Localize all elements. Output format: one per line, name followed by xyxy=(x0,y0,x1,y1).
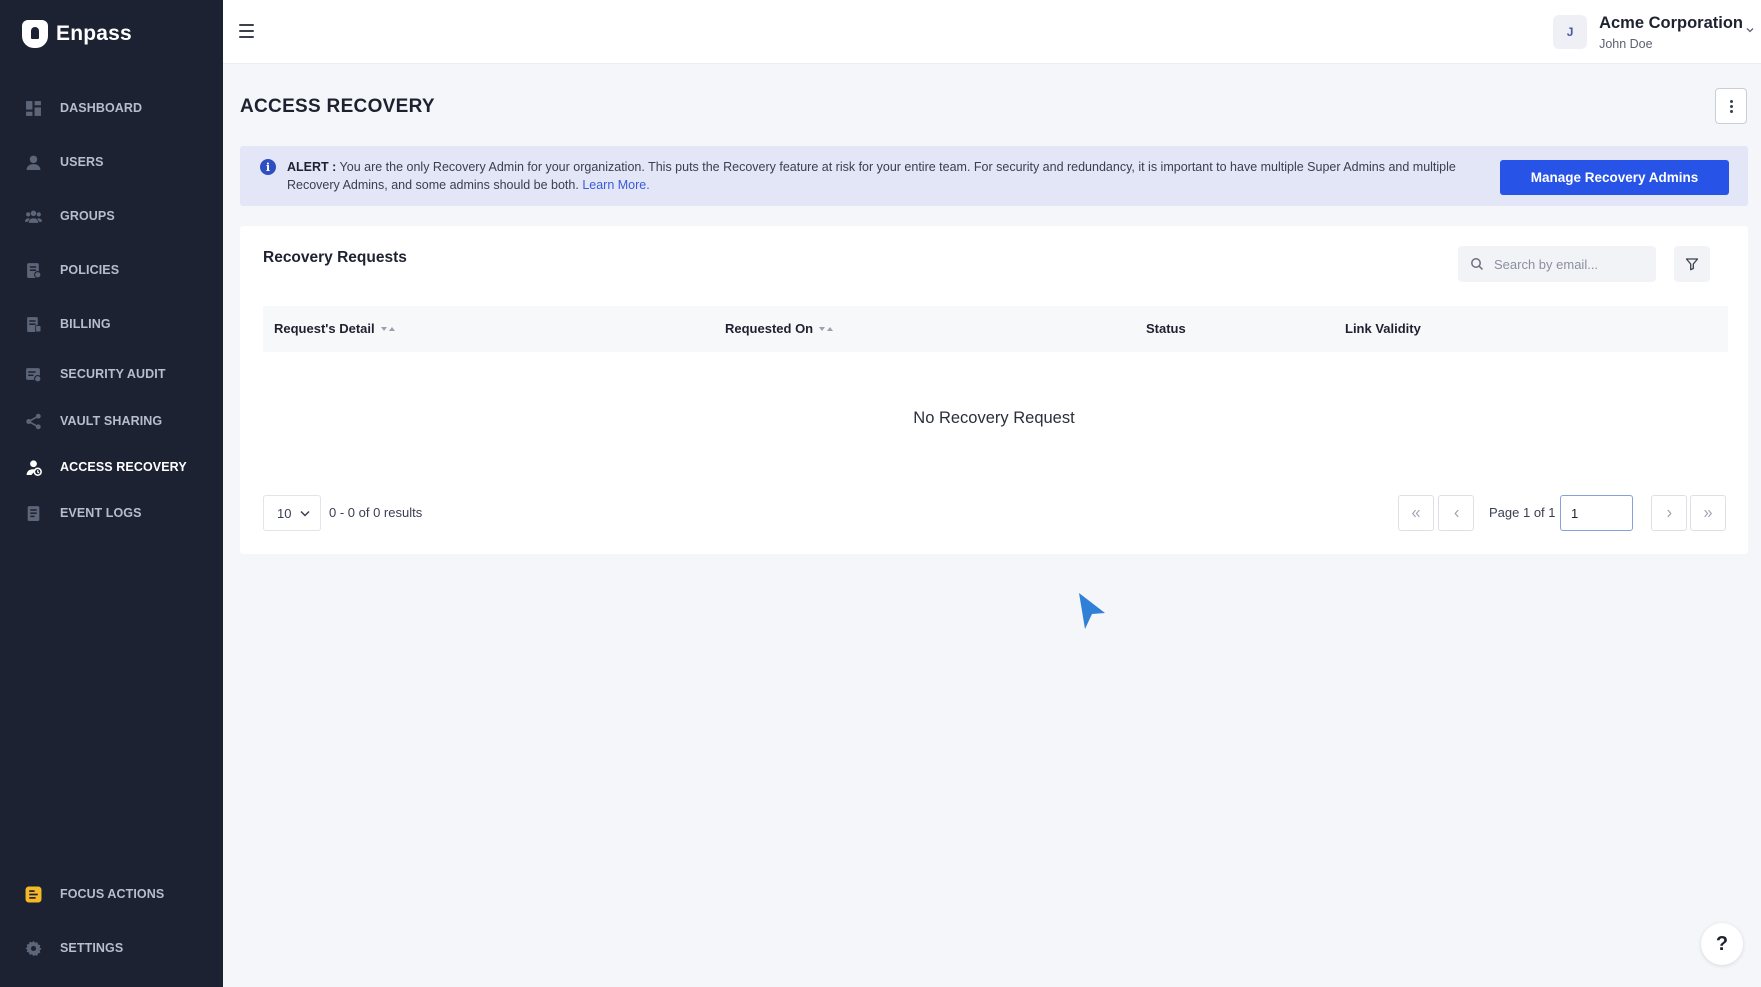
chevron-down-icon xyxy=(1746,28,1754,33)
sort-icon xyxy=(380,325,398,333)
sidebar-item-policies[interactable]: POLICIES xyxy=(0,250,223,290)
column-label: Request's Detail xyxy=(274,321,375,336)
share-icon xyxy=(24,412,42,430)
learn-more-link[interactable]: Learn More. xyxy=(582,178,649,192)
chevron-down-icon xyxy=(300,510,310,517)
more-options-icon[interactable] xyxy=(1715,88,1747,124)
info-icon: i xyxy=(260,159,276,175)
sidebar-item-groups[interactable]: GROUPS xyxy=(0,196,223,236)
user-name: John Doe xyxy=(1599,36,1653,51)
column-label: Link Validity xyxy=(1345,321,1421,336)
organization-name: Acme Corporation xyxy=(1599,13,1743,32)
policies-icon xyxy=(24,261,42,279)
filter-icon xyxy=(1685,258,1699,271)
billing-icon xyxy=(24,315,42,333)
user-icon xyxy=(24,153,42,171)
menu-toggle-icon[interactable] xyxy=(239,20,261,42)
search-icon xyxy=(1471,258,1484,271)
recovery-requests-card: Recovery Requests Request's Detail Reque… xyxy=(240,226,1748,554)
recovery-admin-alert: i ALERT : You are the only Recovery Admi… xyxy=(240,146,1748,206)
next-page-button[interactable] xyxy=(1651,495,1687,531)
sidebar-item-label: EVENT LOGS xyxy=(60,506,142,520)
first-page-button[interactable] xyxy=(1398,495,1434,531)
avatar: J xyxy=(1553,15,1588,49)
sidebar-item-label: DASHBOARD xyxy=(60,101,143,115)
sidebar-item-billing[interactable]: BILLING xyxy=(0,304,223,344)
manage-recovery-admins-button[interactable]: Manage Recovery Admins xyxy=(1500,160,1729,195)
search-input[interactable] xyxy=(1494,256,1644,272)
double-chevron-right-icon xyxy=(1704,509,1713,517)
sidebar-item-label: SECURITY AUDIT xyxy=(60,367,166,381)
filter-button[interactable] xyxy=(1674,246,1710,282)
search-box xyxy=(1458,246,1656,282)
groups-icon xyxy=(24,207,42,225)
results-count: 0 - 0 of 0 results xyxy=(329,505,423,520)
event-logs-icon xyxy=(24,504,42,522)
last-page-button[interactable] xyxy=(1690,495,1726,531)
sidebar-item-label: ACCESS RECOVERY xyxy=(60,460,187,474)
page-number-input[interactable] xyxy=(1560,495,1633,531)
sidebar-item-label: USERS xyxy=(60,155,104,169)
sidebar-item-dashboard[interactable]: DASHBOARD xyxy=(0,88,223,128)
sidebar-item-label: FOCUS ACTIONS xyxy=(60,887,165,901)
column-header-requested-on[interactable]: Requested On xyxy=(725,321,836,336)
column-header-link-validity: Link Validity xyxy=(1345,321,1421,336)
help-button[interactable]: ? xyxy=(1701,923,1743,965)
sidebar-item-settings[interactable]: SETTINGS xyxy=(0,928,223,968)
sidebar-item-security-audit[interactable]: SECURITY AUDIT xyxy=(0,354,223,394)
alert-prefix: ALERT : xyxy=(287,160,337,174)
chevron-right-icon xyxy=(1666,509,1672,517)
account-switcher[interactable]: J Acme Corporation John Doe xyxy=(1553,0,1761,64)
empty-state-message: No Recovery Request xyxy=(913,409,1075,427)
dashboard-icon xyxy=(24,99,42,117)
sidebar-item-label: BILLING xyxy=(60,317,111,331)
column-header-status: Status xyxy=(1146,321,1186,336)
column-label: Status xyxy=(1146,321,1186,336)
security-audit-icon xyxy=(24,365,42,383)
previous-page-button[interactable] xyxy=(1438,495,1474,531)
mouse-cursor-icon xyxy=(1079,593,1105,629)
enpass-logo-icon xyxy=(22,20,48,48)
sidebar-item-label: VAULT SHARING xyxy=(60,414,163,428)
chevron-left-icon xyxy=(1453,509,1459,517)
alert-message: You are the only Recovery Admin for your… xyxy=(287,160,1456,192)
sidebar-item-event-logs[interactable]: EVENT LOGS xyxy=(0,493,223,533)
gear-icon xyxy=(24,939,42,957)
sidebar-item-users[interactable]: USERS xyxy=(0,142,223,182)
page-title: ACCESS RECOVERY xyxy=(240,96,435,117)
sidebar: Enpass DASHBOARD USERS GROUPS POLICIES B… xyxy=(0,0,223,987)
brand-name: Enpass xyxy=(56,22,132,45)
page-size-value: 10 xyxy=(277,505,292,521)
double-chevron-left-icon xyxy=(1411,509,1420,517)
table-header: Request's Detail Requested On Status Lin… xyxy=(263,306,1728,352)
brand[interactable]: Enpass xyxy=(22,20,132,48)
sort-icon xyxy=(818,325,836,333)
page-size-select[interactable]: 10 xyxy=(263,495,321,531)
column-label: Requested On xyxy=(725,321,814,336)
sidebar-item-vault-sharing[interactable]: VAULT SHARING xyxy=(0,401,223,441)
access-recovery-icon xyxy=(24,458,42,476)
alert-text: ALERT : You are the only Recovery Admin … xyxy=(287,158,1467,194)
top-header: J Acme Corporation John Doe xyxy=(223,0,1761,64)
page-indicator: Page 1 of 1 xyxy=(1489,505,1556,520)
sidebar-item-label: POLICIES xyxy=(60,263,120,277)
sidebar-item-focus-actions[interactable]: FOCUS ACTIONS xyxy=(0,874,223,914)
sidebar-item-label: SETTINGS xyxy=(60,941,124,955)
sidebar-item-access-recovery[interactable]: ACCESS RECOVERY xyxy=(0,447,223,487)
column-header-request-detail[interactable]: Request's Detail xyxy=(274,321,398,336)
focus-actions-icon xyxy=(24,885,42,903)
sidebar-item-label: GROUPS xyxy=(60,209,115,223)
card-title: Recovery Requests xyxy=(263,249,407,266)
